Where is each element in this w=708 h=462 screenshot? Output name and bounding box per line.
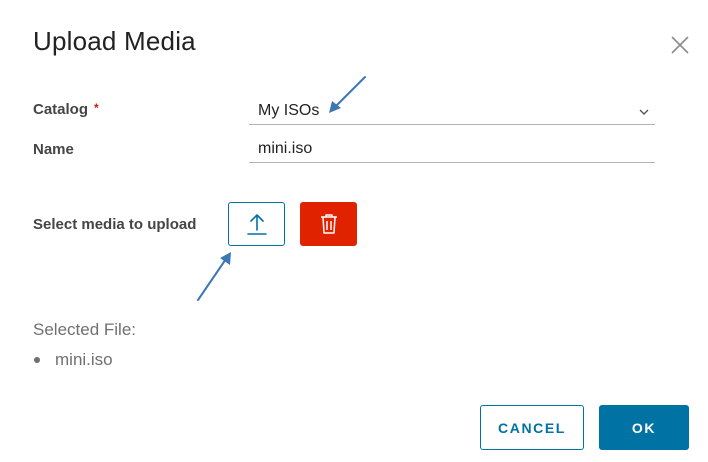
- selected-file-list: mini.iso: [33, 350, 113, 370]
- catalog-select[interactable]: My ISOs: [249, 100, 655, 125]
- close-button[interactable]: [668, 33, 692, 57]
- name-input[interactable]: mini.iso: [249, 138, 655, 163]
- catalog-label: Catalog *: [33, 101, 99, 118]
- dialog-title: Upload Media: [33, 26, 196, 56]
- selected-file-label: Selected File:: [33, 320, 136, 339]
- annotation-arrow-upload-icon: [197, 252, 231, 301]
- bullet-icon: [34, 357, 40, 363]
- ok-button[interactable]: OK: [599, 405, 689, 450]
- catalog-label-text: Catalog: [33, 101, 89, 118]
- list-item: mini.iso: [33, 350, 113, 370]
- upload-media-dialog: Upload Media Catalog * My ISOs Name mini.…: [0, 0, 708, 462]
- upload-icon: [246, 214, 267, 235]
- chevron-down-icon: [639, 109, 649, 115]
- name-label: Name: [33, 141, 74, 158]
- catalog-select-value: My ISOs: [258, 102, 320, 119]
- selected-file-name: mini.iso: [55, 350, 113, 369]
- delete-button[interactable]: [300, 202, 357, 246]
- cancel-button[interactable]: CANCEL: [480, 405, 584, 450]
- upload-button[interactable]: [228, 202, 285, 246]
- name-input-value: mini.iso: [258, 140, 313, 157]
- select-media-label: Select media to upload: [33, 216, 197, 233]
- trash-icon: [320, 214, 337, 234]
- close-icon: [671, 36, 689, 54]
- required-marker: *: [94, 101, 99, 115]
